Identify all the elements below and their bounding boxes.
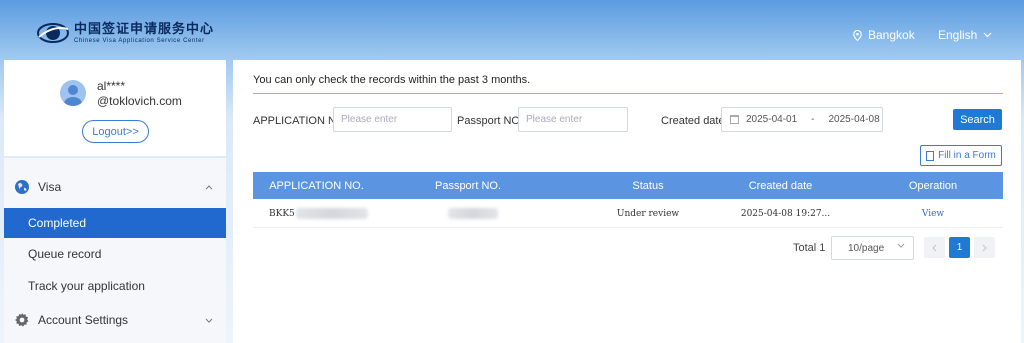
logo-globe-icon <box>37 23 69 43</box>
cell-passport-no <box>443 199 503 228</box>
logout-button[interactable]: Logout>> <box>82 120 149 143</box>
user-card: al**** @toklovich.com Logout>> <box>4 60 226 156</box>
main-panel: You can only check the records within th… <box>233 60 1021 343</box>
page-button-current[interactable]: 1 <box>949 237 970 258</box>
page-size-value: 10/page <box>848 242 885 254</box>
user-email: @toklovich.com <box>97 94 182 108</box>
sidebar-item-queue-record[interactable]: Queue record <box>4 239 226 269</box>
page-size-select[interactable]: 10/page <box>831 236 914 260</box>
language-selector[interactable]: English <box>938 28 992 42</box>
column-passport-no: Passport NO. <box>434 179 502 192</box>
redacted-blur <box>448 208 498 219</box>
search-button[interactable]: Search <box>953 109 1002 130</box>
chevron-right-icon <box>982 244 987 251</box>
avatar <box>60 80 86 106</box>
column-created-date: Created date <box>748 179 813 192</box>
logo-english-text: Chinese Visa Application Service Center <box>74 37 205 44</box>
logo-chinese-text: 中国签证申请服务中心 <box>74 21 215 37</box>
sidebar-group-account-settings[interactable]: Account Settings <box>4 304 226 336</box>
application-no-value: BKK5 <box>269 208 295 219</box>
language-label: English <box>938 28 978 42</box>
sidebar-menu: Visa Completed Queue record Track your a… <box>4 158 226 343</box>
passport-no-input[interactable] <box>518 107 628 132</box>
column-operation: Operation <box>908 179 958 192</box>
prev-page-button[interactable] <box>924 237 945 258</box>
records-notice: You can only check the records within th… <box>253 74 531 86</box>
view-link[interactable]: View <box>922 209 944 219</box>
passport-no-label: Passport NO. <box>457 115 524 127</box>
sidebar-item-label: Completed <box>28 216 87 230</box>
sidebar-item-label: Track your application <box>28 279 145 293</box>
sidebar-item-completed[interactable]: Completed <box>4 208 226 238</box>
fill-in-form-label: Fill in a Form <box>938 150 996 161</box>
next-page-button[interactable] <box>974 237 995 258</box>
sidebar-account-label: Account Settings <box>38 313 129 327</box>
site-header: 中国签证申请服务中心 Chinese Visa Application Serv… <box>0 0 1024 60</box>
table-header: APPLICATION NO. Passport NO. Status Crea… <box>253 172 1003 199</box>
gear-icon <box>15 313 29 327</box>
divider <box>253 93 1003 94</box>
chevron-left-icon <box>932 244 937 251</box>
chevron-down-icon <box>983 32 992 38</box>
column-application-no: APPLICATION NO. <box>269 179 364 192</box>
application-no-input[interactable] <box>333 107 452 132</box>
location-label: Bangkok <box>868 28 915 42</box>
chevron-down-icon <box>205 318 213 323</box>
cell-application-no: BKK5 <box>269 199 379 228</box>
location-pin-icon <box>853 29 862 41</box>
date-from: 2025-04-01 <box>746 114 798 125</box>
sidebar-visa-label: Visa <box>38 180 62 194</box>
sidebar-group-visa[interactable]: Visa <box>4 171 226 203</box>
date-to: 2025-04-08 <box>828 114 880 125</box>
date-separator: - <box>811 114 815 125</box>
chevron-up-icon <box>205 184 213 190</box>
sidebar-item-track-application[interactable]: Track your application <box>4 271 226 301</box>
cell-created-date: 2025-04-08 19:27... <box>740 208 831 219</box>
globe-icon <box>15 180 29 194</box>
sidebar-item-label: Queue record <box>28 247 102 261</box>
created-date-range-picker[interactable]: 2025-04-01 - 2025-04-08 <box>721 107 883 132</box>
user-name: al**** <box>97 79 126 93</box>
pagination-total: Total 1 <box>793 242 826 254</box>
created-date-label: Created date <box>661 115 725 127</box>
location-selector[interactable]: Bangkok <box>853 28 915 42</box>
chevron-down-icon <box>897 243 905 248</box>
cell-status: Under review <box>616 208 680 219</box>
column-status: Status <box>632 179 664 192</box>
calendar-icon <box>730 115 739 124</box>
table-row: BKK5 Under review 2025-04-08 19:27... Vi… <box>253 199 1003 228</box>
site-logo[interactable]: 中国签证申请服务中心 Chinese Visa Application Serv… <box>36 20 214 46</box>
edit-form-icon <box>926 150 935 161</box>
redacted-blur <box>295 208 368 219</box>
cell-operation: View <box>863 199 1003 228</box>
fill-in-form-button[interactable]: Fill in a Form <box>920 145 1002 166</box>
